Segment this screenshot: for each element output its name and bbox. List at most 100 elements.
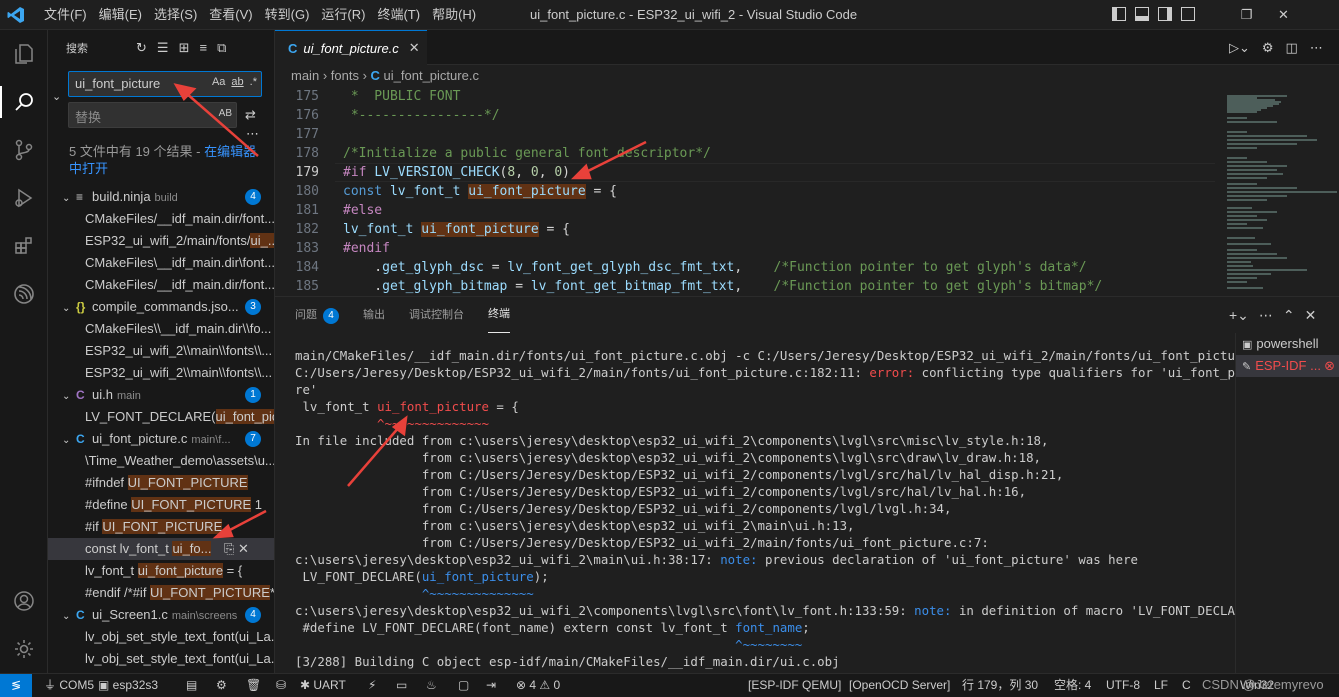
menu-file[interactable]: 文件(F) bbox=[38, 0, 93, 30]
result-file[interactable]: ⌄{} compile_commands.jso... 3 bbox=[48, 296, 274, 318]
result-match[interactable]: #if UI_FONT_PICTURE bbox=[48, 516, 274, 538]
minimap[interactable] bbox=[1225, 87, 1337, 296]
replace-icon[interactable]: ⎘ bbox=[224, 541, 238, 556]
openocd-item[interactable]: [OpenOCD Server] bbox=[849, 674, 950, 696]
terminal-output[interactable]: main/CMakeFiles/__idf_main.dir/fonts/ui_… bbox=[295, 347, 1235, 670]
sdk-config-icon[interactable]: ▤ bbox=[186, 674, 197, 696]
menuconfig-gear-icon[interactable]: ⚙ bbox=[216, 674, 227, 696]
monitor-icon[interactable]: ▭ bbox=[396, 674, 407, 696]
result-match[interactable]: const lv_font_t ui_fo... ⎘ ✕ bbox=[48, 538, 274, 560]
terminal-instance[interactable]: ✎ ESP-IDF ... ⊗ bbox=[1236, 355, 1339, 377]
remote-indicator-icon[interactable]: ≶ bbox=[0, 674, 32, 697]
tab-output[interactable]: 输出 bbox=[363, 297, 385, 333]
replace-placeholder[interactable]: 替换 bbox=[75, 107, 101, 126]
menu-help[interactable]: 帮助(H) bbox=[426, 0, 482, 30]
split-editor-icon[interactable]: ◫ bbox=[1286, 30, 1298, 65]
run-debug-icon[interactable] bbox=[0, 174, 48, 222]
replace-input[interactable]: 替换 AB bbox=[68, 102, 237, 128]
result-match[interactable]: \Time_Weather_demo\assets\u... bbox=[48, 450, 274, 472]
tab-problems[interactable]: 问题 4 bbox=[295, 297, 339, 333]
result-match[interactable]: lv_obj_set_style_text_font(ui_La... bbox=[48, 626, 274, 648]
toggle-replace-chevron-icon[interactable]: ⌄ bbox=[52, 90, 61, 103]
kill-terminal-icon[interactable]: ⊗ bbox=[1324, 355, 1335, 377]
close-window-icon[interactable]: ✕ bbox=[1265, 0, 1302, 30]
chevron-down-icon[interactable]: ⌄ bbox=[62, 188, 76, 208]
breadcrumb-fonts[interactable]: fonts bbox=[331, 68, 359, 83]
explorer-icon[interactable] bbox=[0, 30, 48, 78]
view-as-tree-icon[interactable]: ≡ bbox=[199, 30, 207, 65]
extensions-icon[interactable] bbox=[0, 222, 48, 270]
end-of-line[interactable]: LF bbox=[1154, 674, 1168, 696]
result-match[interactable]: ESP32_ui_wifi_2/main/fonts/ui_... bbox=[48, 230, 274, 252]
clear-results-icon[interactable]: ☰ bbox=[157, 30, 169, 65]
breadcrumb-main[interactable]: main bbox=[291, 68, 319, 83]
toggle-panel-icon[interactable] bbox=[1135, 7, 1149, 21]
terminal-icon[interactable]: ▢ bbox=[458, 674, 469, 696]
result-match[interactable]: ESP32_ui_wifi_2\\main\\fonts\\... bbox=[48, 362, 274, 384]
close-panel-icon[interactable]: ✕ bbox=[1305, 297, 1317, 333]
menu-view[interactable]: 查看(V) bbox=[203, 0, 258, 30]
result-match[interactable]: CMakeFiles\__idf_main.dir\font... bbox=[48, 252, 274, 274]
result-file[interactable]: ⌄ Cui_font_picture.c main\f... 7 bbox=[48, 428, 274, 450]
build-cylinder-icon[interactable]: ⛁ bbox=[276, 674, 286, 696]
result-match[interactable]: #endif /*#if UI_FONT_PICTURE*/ bbox=[48, 582, 274, 604]
result-match[interactable]: lv_font_t ui_font_picture = { bbox=[48, 560, 274, 582]
toggle-search-details-icon[interactable]: ⋯ bbox=[246, 126, 259, 142]
build-flash-monitor-flame-icon[interactable]: ♨ bbox=[426, 674, 437, 696]
match-case-icon[interactable]: Aa bbox=[212, 76, 225, 88]
more-actions-icon[interactable]: ⋯ bbox=[1259, 297, 1273, 333]
breadcrumb-file[interactable]: ui_font_picture.c bbox=[384, 68, 479, 83]
problems-status[interactable]: ⊗ 4 ⚠ 0 bbox=[516, 674, 560, 696]
result-match[interactable]: LV_FONT_DECLARE(ui_font_pic... bbox=[48, 406, 274, 428]
maximize-panel-icon[interactable]: ⌃ bbox=[1283, 297, 1295, 333]
run-dropdown-icon[interactable]: ▷⌄ bbox=[1229, 30, 1250, 65]
customize-layout-icon[interactable] bbox=[1181, 7, 1195, 21]
tab-debug-console[interactable]: 调试控制台 bbox=[409, 297, 464, 333]
serial-port-item[interactable]: ⏚ COM5 bbox=[44, 674, 94, 696]
menu-go[interactable]: 转到(G) bbox=[259, 0, 316, 30]
menu-selection[interactable]: 选择(S) bbox=[148, 0, 203, 30]
qemu-item[interactable]: [ESP-IDF QEMU] bbox=[748, 674, 841, 696]
restore-window-icon[interactable]: ❐ bbox=[1228, 0, 1265, 30]
result-match[interactable]: CMakeFiles/__idf_main.dir/font... bbox=[48, 208, 274, 230]
toggle-primary-sidebar-icon[interactable] bbox=[1112, 7, 1126, 21]
dismiss-icon[interactable]: ✕ bbox=[238, 541, 249, 556]
language-mode[interactable]: C bbox=[1182, 674, 1191, 696]
result-match[interactable]: CMakeFiles\\__idf_main.dir\\fo... bbox=[48, 318, 274, 340]
search-input[interactable]: ui_font_picture Aa ab .* bbox=[68, 71, 262, 97]
settings-gear-icon[interactable]: ⚙ bbox=[1262, 30, 1274, 65]
chevron-down-icon[interactable]: ⌄ bbox=[62, 606, 76, 626]
result-match[interactable]: lv_obj_set_style_text_font(ui_La... bbox=[48, 648, 274, 670]
result-file[interactable]: ⌄ Cui.h main 1 bbox=[48, 384, 274, 406]
flash-method-item[interactable]: ✱ UART bbox=[300, 674, 346, 696]
chevron-down-icon[interactable]: ⌄ bbox=[62, 430, 76, 450]
target-item[interactable]: ▣ esp32s3 bbox=[98, 674, 158, 696]
indentation[interactable]: 空格: 4 bbox=[1054, 674, 1091, 696]
code-editor[interactable]: 175 * PUBLIC FONT 176 *----------------*/… bbox=[275, 87, 1339, 296]
collapse-all-icon[interactable]: ⧉ bbox=[217, 30, 226, 65]
full-clean-trash-icon[interactable]: 🗑 bbox=[246, 674, 261, 696]
result-match[interactable]: ESP32_ui_wifi_2\\main\\fonts\\... bbox=[48, 340, 274, 362]
new-search-editor-icon[interactable]: ⊞ bbox=[179, 30, 190, 65]
chevron-down-icon[interactable]: ⌄ bbox=[62, 298, 76, 318]
flash-lightning-icon[interactable]: ⚡ bbox=[368, 674, 376, 696]
close-tab-icon[interactable]: ✕ bbox=[409, 40, 420, 56]
account-icon[interactable] bbox=[0, 577, 48, 625]
more-actions-icon[interactable]: ⋯ bbox=[1310, 30, 1323, 65]
preserve-case-icon[interactable]: AB bbox=[219, 108, 232, 119]
terminal-instance[interactable]: ▣ powershell bbox=[1236, 333, 1339, 355]
toggle-secondary-sidebar-icon[interactable] bbox=[1158, 7, 1172, 21]
tab-terminal[interactable]: 终端 bbox=[488, 297, 510, 333]
chevron-down-icon[interactable]: ⌄ bbox=[62, 386, 76, 406]
menu-run[interactable]: 运行(R) bbox=[315, 0, 371, 30]
new-terminal-icon[interactable]: +⌄ bbox=[1229, 297, 1249, 333]
replace-all-icon[interactable]: ⇄ bbox=[245, 107, 256, 123]
settings-gear-icon[interactable] bbox=[0, 625, 48, 673]
result-match[interactable]: #ifndef UI_FONT_PICTURE bbox=[48, 472, 274, 494]
search-input-value[interactable]: ui_font_picture bbox=[75, 76, 160, 91]
tab-ui-font-picture[interactable]: C ui_font_picture.c ✕ bbox=[275, 30, 427, 65]
result-match[interactable]: #define UI_FONT_PICTURE 1 bbox=[48, 494, 274, 516]
result-file[interactable]: ⌄ ≡ build.ninja build 4 bbox=[48, 186, 274, 208]
use-regex-icon[interactable]: .* bbox=[250, 76, 257, 88]
source-control-icon[interactable] bbox=[0, 126, 48, 174]
